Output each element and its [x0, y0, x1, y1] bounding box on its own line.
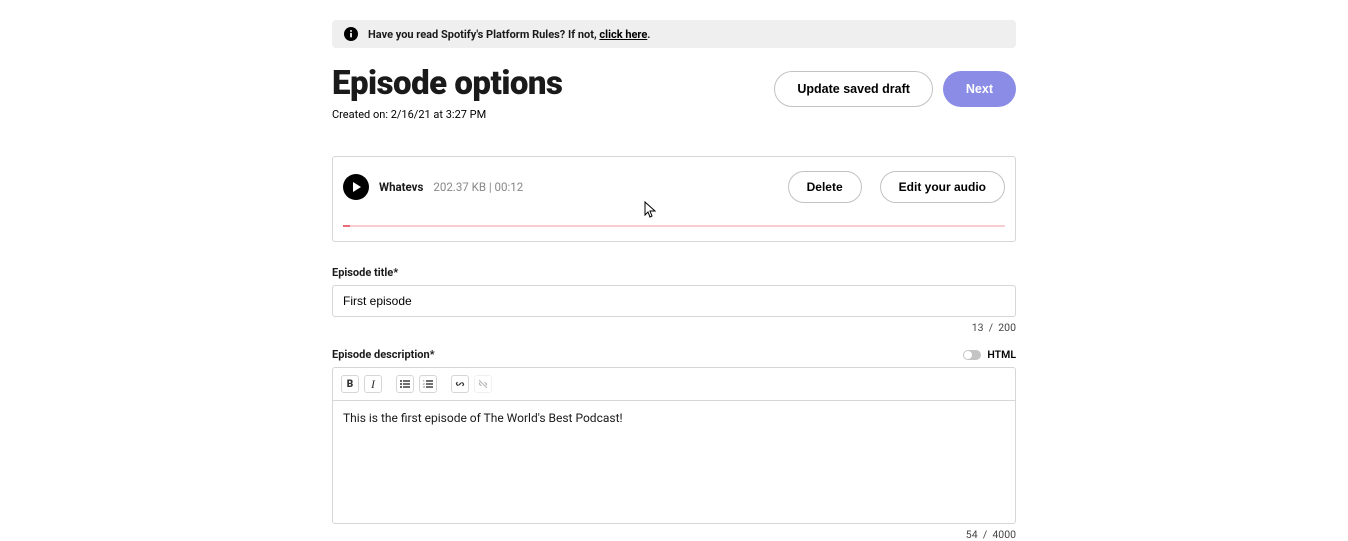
info-icon: [344, 27, 358, 41]
bullet-list-button[interactable]: [396, 375, 414, 393]
platform-rules-banner: Have you read Spotify's Platform Rules? …: [332, 20, 1016, 48]
banner-text: Have you read Spotify's Platform Rules? …: [368, 28, 651, 41]
description-char-count: 54 / 4000: [332, 528, 1016, 541]
audio-meta: 202.37 KB | 00:12: [433, 180, 523, 194]
bullet-list-icon: [400, 379, 410, 389]
audio-progress-bar[interactable]: [343, 225, 1005, 227]
unlink-button[interactable]: [474, 375, 492, 393]
page-title: Episode options: [332, 66, 562, 102]
description-editor: B I 123 This is the first episode of The…: [332, 367, 1016, 524]
episode-description-label: Episode description*: [332, 348, 435, 361]
play-icon: [352, 182, 362, 192]
numbered-list-button[interactable]: 123: [419, 375, 437, 393]
description-textarea[interactable]: This is the first episode of The World's…: [333, 401, 1015, 523]
bold-button[interactable]: B: [341, 375, 359, 393]
svg-text:3: 3: [423, 385, 425, 389]
numbered-list-icon: 123: [423, 379, 433, 389]
title-char-count: 13 / 200: [332, 321, 1016, 334]
created-on-label: Created on: 2/16/21 at 3:27 PM: [332, 108, 562, 121]
episode-title-input[interactable]: [332, 285, 1016, 317]
banner-link[interactable]: click here: [599, 28, 647, 41]
link-button[interactable]: [451, 375, 469, 393]
update-draft-button[interactable]: Update saved draft: [774, 71, 933, 107]
audio-title: Whatevs: [379, 180, 423, 194]
play-button[interactable]: [343, 174, 369, 200]
link-icon: [455, 379, 465, 389]
unlink-icon: [478, 379, 488, 389]
italic-button[interactable]: I: [364, 375, 382, 393]
episode-title-label: Episode title*: [332, 266, 1016, 279]
delete-audio-button[interactable]: Delete: [788, 171, 862, 203]
next-button[interactable]: Next: [943, 71, 1016, 107]
html-toggle-label: HTML: [987, 348, 1016, 361]
audio-card: Whatevs 202.37 KB | 00:12 Delete Edit yo…: [332, 156, 1016, 242]
edit-audio-button[interactable]: Edit your audio: [880, 171, 1005, 203]
editor-toolbar: B I 123: [333, 368, 1015, 401]
html-toggle[interactable]: [963, 350, 981, 360]
